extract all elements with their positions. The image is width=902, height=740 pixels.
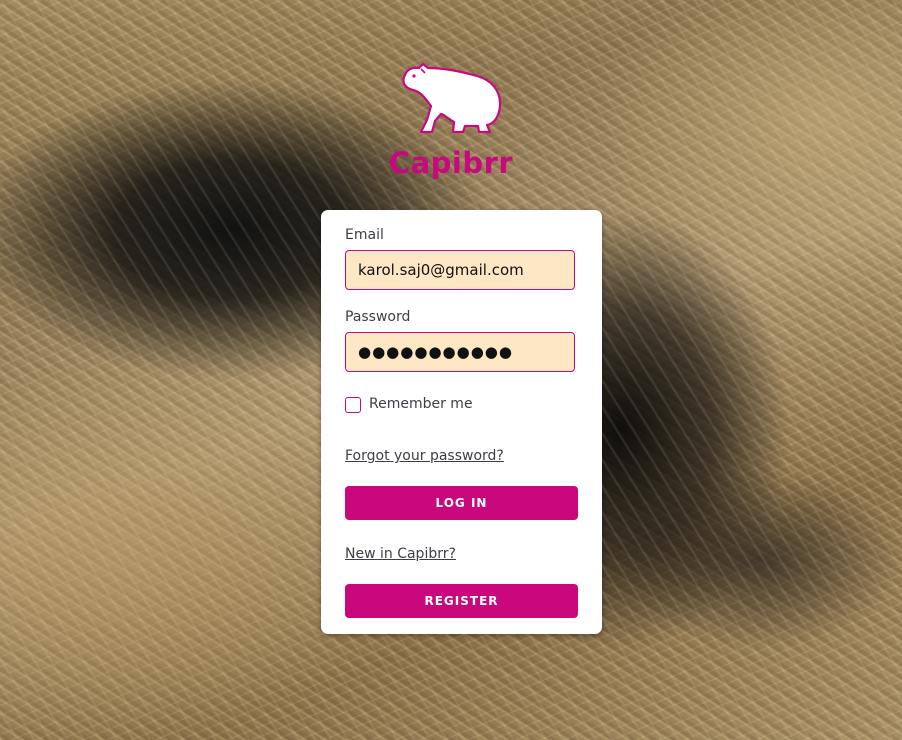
remember-me-checkbox[interactable]	[345, 397, 361, 413]
app-name: Capibrr	[388, 146, 514, 180]
forgot-password-link[interactable]: Forgot your password?	[345, 448, 504, 464]
remember-me-label: Remember me	[369, 396, 473, 412]
login-button[interactable]: LOG IN	[345, 486, 578, 520]
password-field[interactable]: ●●●●●●●●●●●	[345, 332, 575, 372]
capybara-icon	[0, 62, 902, 134]
email-field[interactable]	[345, 250, 575, 290]
email-label: Email	[345, 227, 384, 243]
login-card: Email Password ●●●●●●●●●●● Remember me F…	[321, 210, 602, 634]
new-user-link[interactable]: New in Capibrr?	[345, 546, 456, 562]
password-label: Password	[345, 309, 411, 325]
register-button[interactable]: REGISTER	[345, 584, 578, 618]
brand-header: Capibrr	[0, 62, 902, 180]
